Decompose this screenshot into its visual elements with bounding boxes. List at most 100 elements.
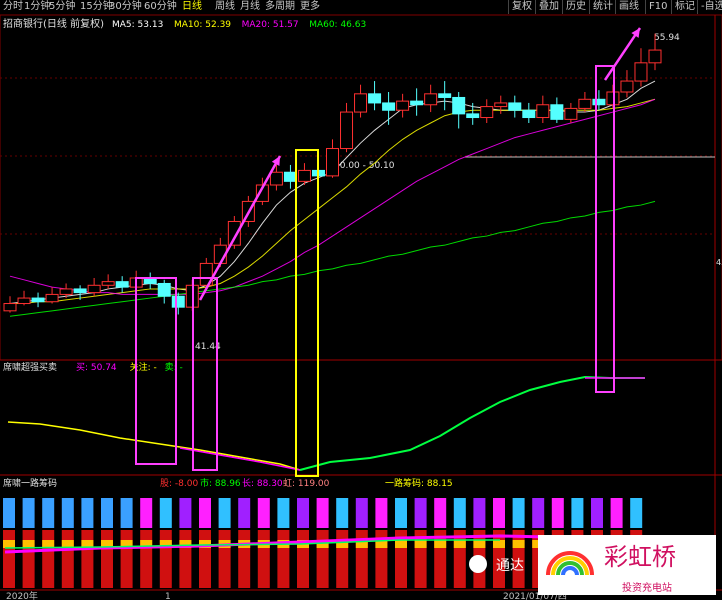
chip-bar-stripe [434, 540, 447, 548]
candle-body [536, 104, 550, 119]
high-price-label: 55.94 [654, 33, 680, 43]
candle-body [620, 80, 634, 93]
highlight-box-4 [595, 65, 615, 393]
candle-body [508, 102, 522, 111]
candle-body [45, 293, 59, 303]
chip-bar-top [512, 498, 525, 528]
chip-bar-top [159, 498, 172, 528]
chip-bar-top [120, 498, 133, 528]
chip-bar-bottom [257, 530, 270, 588]
candle-body [326, 148, 339, 177]
panel3-label-2: 长: 88.30 [242, 477, 283, 489]
candle-body [494, 102, 508, 108]
chip-bar-bottom [297, 530, 309, 588]
chip-bar-top [610, 498, 623, 528]
candle-body [466, 113, 480, 119]
chip-bar-bottom [238, 530, 251, 588]
right-edge-label: 45 [716, 258, 722, 267]
candle-body [340, 111, 354, 150]
indicator-line-green [299, 375, 645, 471]
stock-title: 招商银行(日线 前复权) [3, 17, 104, 30]
chip-bar-top [355, 498, 368, 528]
watermark-wechat-text: 通达 [496, 558, 524, 574]
chip-bar-bottom [3, 530, 15, 588]
ma-line-MA60 [9, 200, 656, 317]
ma-label-0: MA5: 53.13 [112, 20, 163, 30]
candle-body [297, 169, 311, 182]
chip-bar-top [336, 498, 349, 528]
chip-bar-top [22, 498, 35, 528]
chip-bar-bottom [140, 530, 153, 588]
candle-body [452, 96, 466, 115]
chip-bar-bottom [316, 530, 329, 588]
candle-body [592, 98, 606, 106]
candle-body [283, 171, 297, 182]
chip-bar-stripe [512, 540, 525, 548]
chip-bar-bottom [120, 530, 133, 588]
chip-bar-top [532, 498, 545, 528]
candle-body [480, 106, 494, 119]
watermark-brand: 彩虹桥 [604, 543, 676, 571]
candle-body [578, 98, 592, 109]
ma-label-3: MA60: 46.63 [309, 20, 366, 30]
panel2-title: 席啸超强买卖 [3, 361, 57, 373]
chip-bar-top [218, 498, 231, 528]
chip-bar-top [630, 498, 643, 528]
panel3-label-3: 虹: 119.00 [283, 478, 330, 489]
chip-bar-bottom [179, 530, 192, 588]
chip-bar-top [414, 498, 427, 528]
candle-body [3, 303, 17, 312]
candle-body [171, 295, 185, 308]
chip-bar-top [297, 498, 309, 528]
ma-label-2: MA20: 51.57 [242, 20, 299, 30]
ma-line-MA10 [10, 98, 656, 305]
wechat-icon [469, 555, 487, 573]
chip-bar-top [591, 498, 603, 528]
candle-body [382, 102, 396, 111]
candle-body [424, 93, 438, 106]
chip-bar-top [493, 498, 505, 528]
chip-bar-top [101, 498, 113, 528]
candle-body [31, 297, 45, 303]
candle-body [17, 297, 31, 305]
candle-body [73, 288, 87, 294]
chip-bar-top [42, 498, 55, 528]
chip-bar-top [571, 498, 584, 528]
candle-body [634, 62, 648, 82]
panel3-title: 席啸一路筹码 [3, 477, 57, 489]
chip-bar-top [81, 498, 94, 528]
chip-bar-top [434, 498, 447, 528]
candle-body [227, 220, 241, 246]
candle-body [157, 282, 171, 297]
chip-bar-bottom [453, 530, 466, 588]
date-label-1: 1 [165, 592, 171, 600]
candle-body [59, 288, 73, 295]
candle-body [87, 284, 101, 294]
watermark-slogan: 投资充电站 [622, 581, 672, 594]
chip-bar-stripe [395, 540, 407, 548]
chip-bar-bottom [159, 530, 172, 588]
chip-bar-top [61, 498, 74, 528]
chip-bar-top [3, 498, 15, 528]
chip-bar-top [179, 498, 192, 528]
chip-bar-stripe [414, 540, 427, 548]
chip-bar-bottom [42, 530, 55, 588]
chip-bar-stripe [453, 540, 466, 548]
range-label: 50.00 - 50.10 [334, 161, 395, 171]
chip-bar-bottom [81, 530, 94, 588]
panel3-label-4: 一路筹码: 88.15 [385, 477, 453, 489]
indicator-line-yellow [7, 421, 301, 471]
ma-label-1: MA10: 52.39 [174, 20, 231, 30]
chip-bar-bottom [199, 530, 211, 588]
chip-bar-stripe [493, 540, 505, 548]
chip-bar-stripe [3, 540, 15, 548]
chip-bar-top [551, 498, 564, 528]
chip-bar-top [257, 498, 270, 528]
candle-body [354, 93, 368, 113]
candle-body [564, 107, 578, 120]
trend-arrow-1 [198, 155, 282, 301]
chip-bar-bottom [277, 530, 290, 588]
chip-bar-bottom [61, 530, 74, 588]
candle-body [410, 100, 424, 106]
chip-bar-bottom [218, 530, 231, 588]
